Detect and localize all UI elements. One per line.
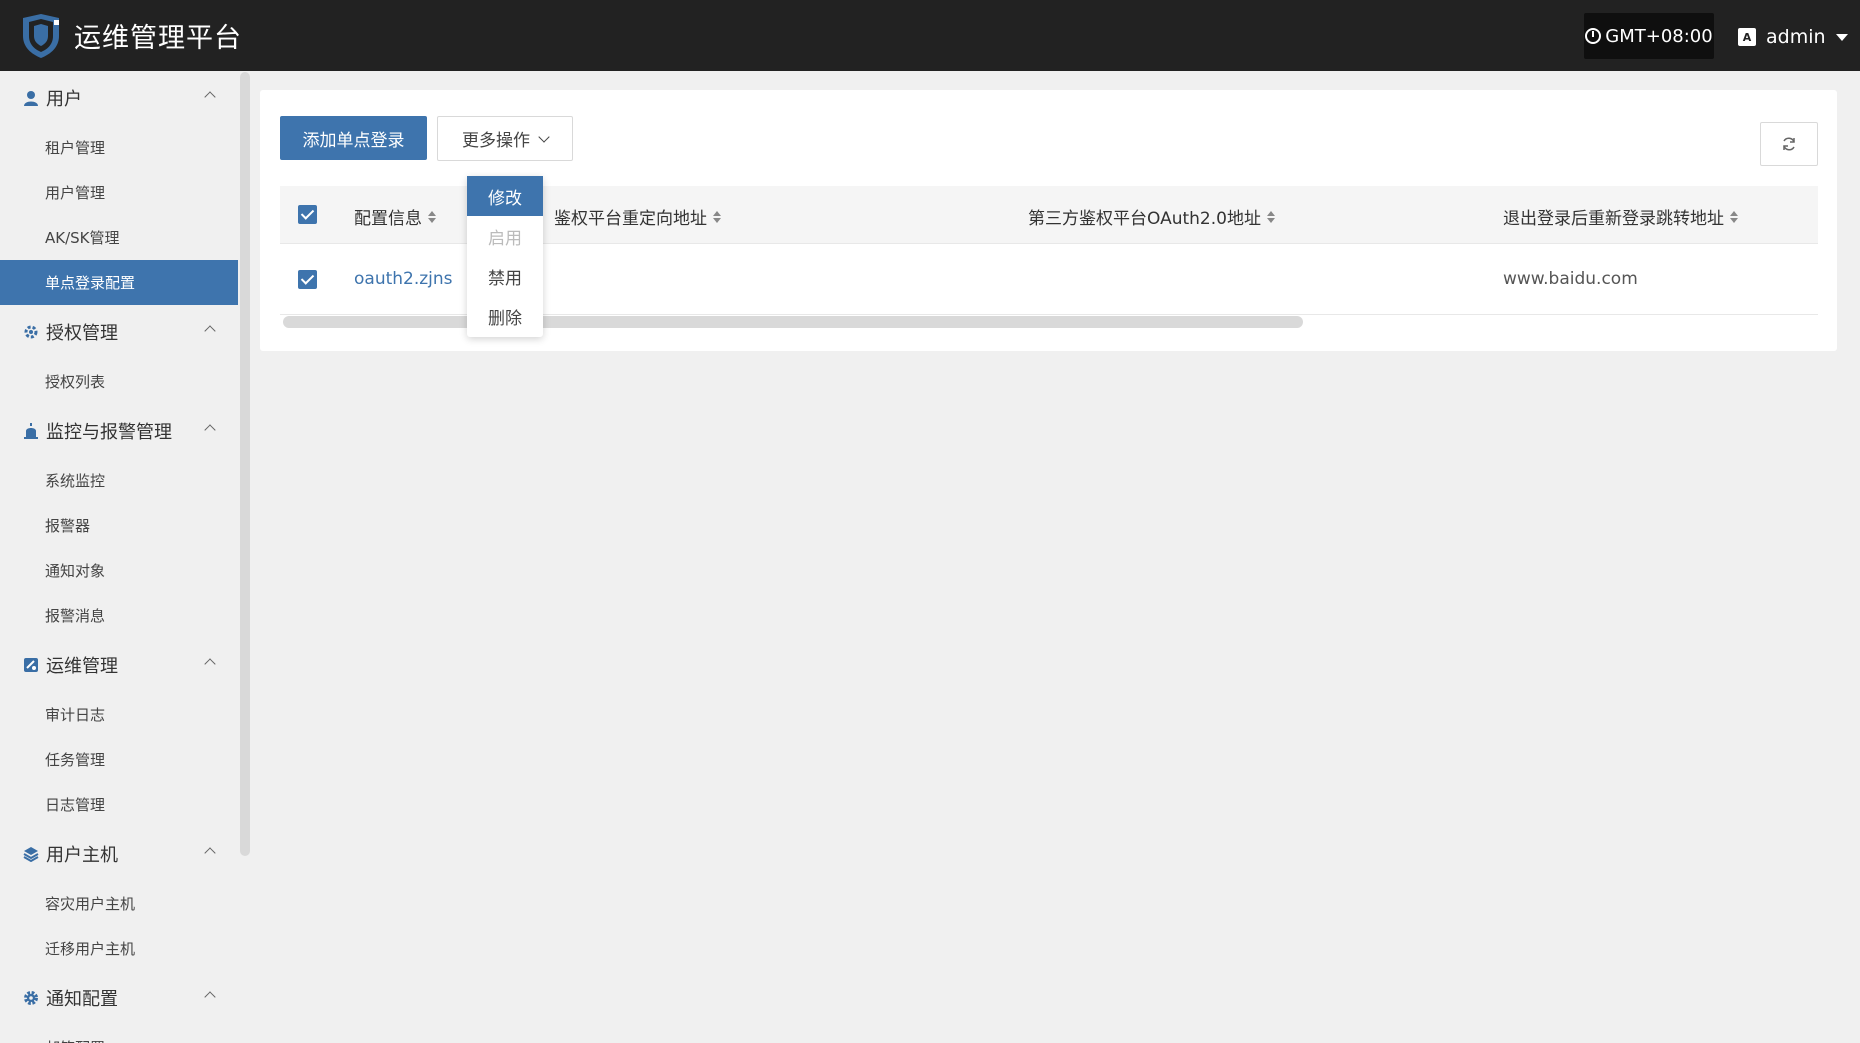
column-label: 第三方鉴权平台OAuth2.0地址 [1028,209,1261,229]
more-actions-button[interactable]: 更多操作 [437,116,573,161]
sidebar-item-log-management[interactable]: 日志管理 [0,782,238,827]
sidebar-item-users[interactable]: 用户管理 [0,170,238,215]
top-header: 运维管理平台 GMT+08:00 A admin [0,0,1860,71]
column-label: 鉴权平台重定向地址 [554,209,707,229]
sidebar-item-task-management[interactable]: 任务管理 [0,737,238,782]
sidebar-item-dr-host[interactable]: 容灾用户主机 [0,881,238,926]
sidebar-scrollbar[interactable] [240,72,250,856]
gear-icon [22,989,40,1007]
sidebar-item-tenant[interactable]: 租户管理 [0,125,238,170]
column-header-relogin[interactable]: 退出登录后重新登录跳转地址 [1503,204,1738,229]
dropdown-item-disable[interactable]: 禁用 [467,256,543,296]
sidebar-item-auth-list[interactable]: 授权列表 [0,359,238,404]
username: admin [1766,26,1826,48]
authorization-icon [22,323,40,341]
user-icon [22,89,40,107]
caret-down-icon [1835,33,1848,41]
sidebar-group-ops[interactable]: 运维管理 [0,638,238,692]
dropdown-item-delete[interactable]: 删除 [467,296,543,336]
sidebar-item-alarm-messages[interactable]: 报警消息 [0,593,238,638]
row-checkbox[interactable] [298,270,317,289]
sidebar-item-alarmer[interactable]: 报警器 [0,503,238,548]
column-label: 退出登录后重新登录跳转地址 [1503,209,1724,229]
horizontal-scrollbar[interactable] [283,316,1303,328]
chevron-up-icon [204,658,216,670]
sidebar-group-notify-config[interactable]: 通知配置 [0,971,238,1025]
sidebar: 用户 租户管理 用户管理 AK/SK管理 单点登录配置 授权管理 授权列表 监控… [0,71,238,1043]
sidebar-item-migrate-host[interactable]: 迁移用户主机 [0,926,238,971]
sidebar-item-mail-config[interactable]: 邮箱配置 [0,1025,238,1043]
select-all-checkbox[interactable] [298,205,317,224]
sidebar-group-label: 用户 [46,89,82,110]
sidebar-item-system-monitor[interactable]: 系统监控 [0,458,238,503]
column-header-redirect[interactable]: 鉴权平台重定向地址 [554,204,721,229]
more-actions-label: 更多操作 [462,131,530,151]
chevron-up-icon [204,991,216,1003]
sort-icon[interactable] [1730,210,1738,223]
column-header-config[interactable]: 配置信息 [354,204,436,229]
chevron-up-icon [204,325,216,337]
more-actions-dropdown: 修改 启用 禁用 删除 [467,176,543,337]
chevron-up-icon [204,91,216,103]
chevron-up-icon [204,424,216,436]
timezone-label: GMT+08:00 [1605,25,1713,47]
sidebar-group-label: 授权管理 [46,323,118,344]
sidebar-item-aksk[interactable]: AK/SK管理 [0,215,238,260]
alarm-icon [22,422,40,440]
cell-relogin: www.baidu.com [1503,269,1638,289]
sidebar-group-label: 监控与报警管理 [46,422,172,443]
clock-icon [1585,28,1602,44]
refresh-icon [1783,137,1795,151]
shield-logo-icon [23,14,59,58]
sort-icon[interactable] [428,210,436,223]
sidebar-item-sso[interactable]: 单点登录配置 [0,260,238,305]
add-sso-button[interactable]: 添加单点登录 [280,116,427,160]
sidebar-item-audit-log[interactable]: 审计日志 [0,692,238,737]
sidebar-item-notify-target[interactable]: 通知对象 [0,548,238,593]
chevron-up-icon [204,847,216,859]
refresh-button[interactable] [1760,122,1818,166]
column-label: 配置信息 [354,209,422,229]
sidebar-group-monitoring[interactable]: 监控与报警管理 [0,404,238,458]
dropdown-item-enable: 启用 [488,228,522,249]
column-header-oauth[interactable]: 第三方鉴权平台OAuth2.0地址 [1028,204,1275,229]
sort-icon[interactable] [1266,210,1275,223]
app-title: 运维管理平台 [74,23,242,54]
language-icon: A [1738,28,1756,46]
sidebar-group-user-host[interactable]: 用户主机 [0,827,238,881]
ops-icon [22,656,40,674]
sidebar-group-label: 用户主机 [46,845,118,866]
user-menu[interactable]: A admin [1738,20,1848,54]
sidebar-group-user[interactable]: 用户 [0,71,238,125]
chevron-down-icon [538,130,550,143]
timezone-display[interactable]: GMT+08:00 [1584,13,1714,59]
sort-icon[interactable] [713,210,721,223]
cell-config[interactable]: oauth2.zjns [354,269,453,289]
layers-icon [22,845,40,863]
dropdown-item-edit[interactable]: 修改 [467,176,543,216]
sidebar-group-label: 通知配置 [46,989,118,1010]
sidebar-group-authorization[interactable]: 授权管理 [0,305,238,359]
sidebar-group-label: 运维管理 [46,656,118,677]
